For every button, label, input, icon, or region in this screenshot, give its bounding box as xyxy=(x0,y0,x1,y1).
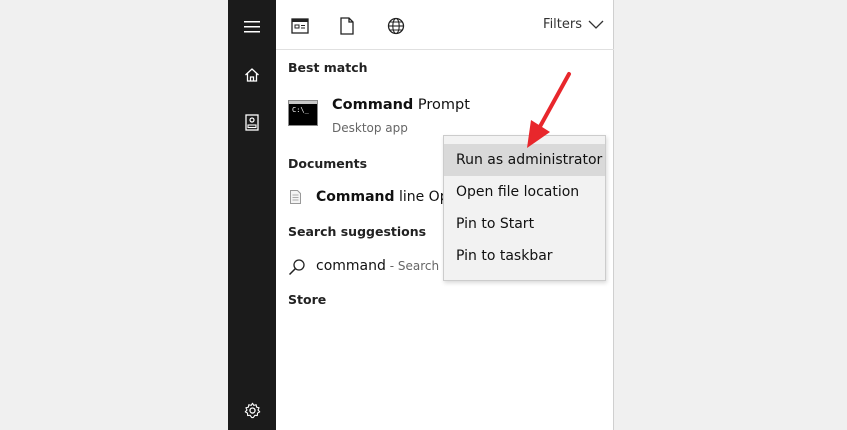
documents-filter-button[interactable] xyxy=(336,15,358,37)
filters-dropdown[interactable]: Filters xyxy=(543,17,604,32)
web-filter-icon xyxy=(387,17,405,35)
notebook-button[interactable] xyxy=(228,99,276,145)
start-sidebar xyxy=(228,0,276,430)
title-rest: Prompt xyxy=(413,97,470,113)
document-icon xyxy=(290,190,301,204)
title-bold: Command xyxy=(332,97,414,113)
documents-filter-icon xyxy=(340,17,354,35)
menu-item-pin-to-start[interactable]: Pin to Start xyxy=(444,208,605,240)
web-filter-button[interactable] xyxy=(385,15,407,37)
hamburger-menu-button[interactable] xyxy=(228,4,276,50)
best-match-heading: Best match xyxy=(288,60,368,75)
home-icon xyxy=(245,68,259,82)
search-suggestions-heading: Search suggestions xyxy=(288,224,427,239)
command-prompt-title: Command Prompt xyxy=(332,97,470,113)
suggestion-text: command - Search th xyxy=(316,258,455,274)
documents-heading: Documents xyxy=(288,156,368,171)
search-icon xyxy=(288,259,305,276)
chevron-down-icon xyxy=(588,20,604,29)
command-prompt-icon-text: C:\_ xyxy=(292,106,309,114)
home-button[interactable] xyxy=(228,52,276,98)
context-menu: Run as administrator Open file location … xyxy=(443,135,606,281)
filter-toolbar: Filters xyxy=(276,0,614,50)
red-annotation-arrow-icon xyxy=(527,72,571,148)
command-prompt-subtitle: Desktop app xyxy=(332,121,408,135)
settings-gear-icon xyxy=(244,402,260,418)
suggestion-query: command xyxy=(316,258,386,274)
menu-item-open-file-location[interactable]: Open file location xyxy=(444,176,605,208)
apps-filter-icon xyxy=(291,18,309,34)
command-prompt-app-icon: C:\_ xyxy=(288,100,318,126)
document-title-bold: Command xyxy=(316,189,395,205)
menu-item-pin-to-taskbar[interactable]: Pin to taskbar xyxy=(444,240,605,272)
store-heading: Store xyxy=(288,292,327,307)
settings-button[interactable] xyxy=(228,387,276,430)
filters-label: Filters xyxy=(543,17,582,32)
notebook-icon xyxy=(245,113,259,131)
apps-filter-button[interactable] xyxy=(289,15,311,37)
document-title: Command line Opt xyxy=(316,189,454,205)
hamburger-menu-icon xyxy=(244,21,260,33)
